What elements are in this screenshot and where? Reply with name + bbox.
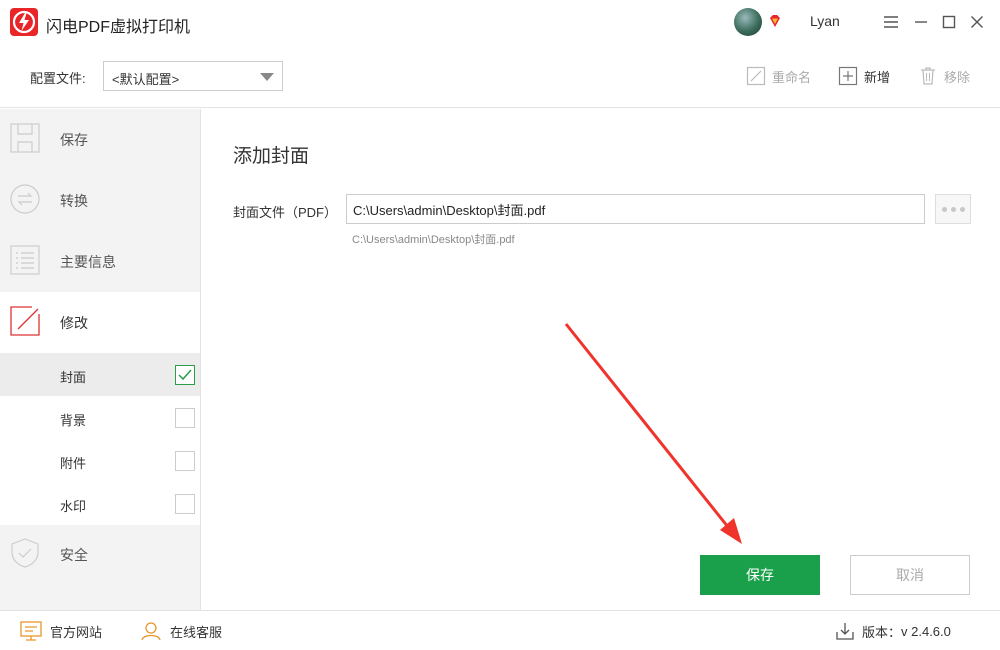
add-label: 新增 xyxy=(864,69,891,85)
more-dot-icon xyxy=(959,206,965,212)
config-select-value: <默认配置> xyxy=(112,72,180,87)
sub-item-background[interactable]: 背景 xyxy=(0,396,200,439)
sidebar: 保存 转换 主要信息 修改 封面 背景 附件 水印 安全 xyxy=(0,109,201,610)
attachment-checkbox[interactable] xyxy=(175,451,195,471)
cover-file-input[interactable] xyxy=(346,194,925,224)
sidebar-item-save[interactable]: 保存 xyxy=(0,109,200,170)
sub-item-label: 背景 xyxy=(60,413,87,428)
cover-checkbox[interactable] xyxy=(175,365,195,385)
app-title: 闪电PDF虚拟打印机 xyxy=(46,19,191,36)
shield-icon xyxy=(11,538,39,568)
sidebar-item-label: 安全 xyxy=(60,547,88,563)
path-hint: C:\Users\admin\Desktop\封面.pdf xyxy=(352,234,515,246)
remove-button[interactable]: 移除 xyxy=(918,66,970,86)
remove-label: 移除 xyxy=(944,69,971,85)
app-logo-icon xyxy=(10,8,38,36)
trash-icon xyxy=(921,67,935,85)
background-checkbox[interactable] xyxy=(175,408,195,428)
plus-icon xyxy=(838,66,858,86)
sidebar-item-label: 保存 xyxy=(60,132,88,148)
vip-diamond-icon[interactable] xyxy=(768,14,782,28)
convert-icon xyxy=(10,184,40,214)
sidebar-item-label: 主要信息 xyxy=(60,254,116,270)
chevron-down-icon xyxy=(260,73,274,81)
watermark-checkbox[interactable] xyxy=(175,494,195,514)
checkmark-icon xyxy=(178,369,192,381)
sidebar-item-label: 修改 xyxy=(60,315,88,331)
menu-icon[interactable] xyxy=(880,11,902,33)
sub-item-label: 附件 xyxy=(60,456,87,471)
monitor-icon xyxy=(20,621,42,641)
edit-icon xyxy=(10,306,40,336)
main-panel: 添加封面 封面文件（PDF） C:\Users\admin\Desktop\封面… xyxy=(201,109,1000,610)
rename-button[interactable]: 重命名 xyxy=(746,66,811,86)
sidebar-item-modify[interactable]: 修改 xyxy=(0,292,200,353)
list-icon xyxy=(10,245,40,275)
sub-item-label: 水印 xyxy=(60,499,87,514)
sidebar-item-main-info[interactable]: 主要信息 xyxy=(0,231,200,292)
version-label: 版本： xyxy=(862,624,902,640)
headset-icon xyxy=(141,622,161,641)
add-button[interactable]: 新增 xyxy=(838,66,890,86)
sidebar-item-label: 转换 xyxy=(60,193,88,209)
support-link[interactable]: 在线客服 xyxy=(140,621,222,641)
close-icon[interactable] xyxy=(966,11,988,33)
sidebar-item-security[interactable]: 安全 xyxy=(0,524,200,585)
sub-item-cover[interactable]: 封面 xyxy=(0,353,200,396)
sub-item-label: 封面 xyxy=(60,370,87,385)
support-label: 在线客服 xyxy=(170,624,223,640)
section-title: 添加封面 xyxy=(233,146,310,167)
sub-item-attachment[interactable]: 附件 xyxy=(0,439,200,482)
browse-button[interactable] xyxy=(935,194,971,224)
config-label: 配置文件: xyxy=(30,71,86,86)
version-value: v 2.4.6.0 xyxy=(901,623,951,639)
toolbar: 配置文件: <默认配置> 重命名 新增 移除 xyxy=(0,46,1000,108)
website-link[interactable]: 官方网站 xyxy=(20,621,102,641)
footer: 官方网站 在线客服 版本： v 2.4.6.0 xyxy=(0,610,1000,650)
username[interactable]: Lyan xyxy=(810,13,840,29)
cancel-button[interactable]: 取消 xyxy=(850,555,970,595)
sub-item-watermark[interactable]: 水印 xyxy=(0,482,200,525)
maximize-icon[interactable] xyxy=(938,11,960,33)
cover-file-label: 封面文件（PDF） xyxy=(233,205,338,220)
rename-label: 重命名 xyxy=(772,69,812,85)
sidebar-item-convert[interactable]: 转换 xyxy=(0,170,200,231)
save-icon xyxy=(10,123,40,153)
more-dot-icon xyxy=(950,206,956,212)
minimize-icon[interactable] xyxy=(910,11,932,33)
title-bar: 闪电PDF虚拟打印机 Lyan xyxy=(0,0,1000,46)
rename-icon xyxy=(746,66,766,86)
config-select[interactable]: <默认配置> xyxy=(103,61,283,91)
download-icon xyxy=(836,623,854,640)
website-label: 官方网站 xyxy=(50,624,103,640)
version-info: 版本： v 2.4.6.0 xyxy=(836,621,951,641)
user-avatar[interactable] xyxy=(734,8,762,36)
more-dot-icon xyxy=(941,206,947,212)
save-button[interactable]: 保存 xyxy=(700,555,820,595)
